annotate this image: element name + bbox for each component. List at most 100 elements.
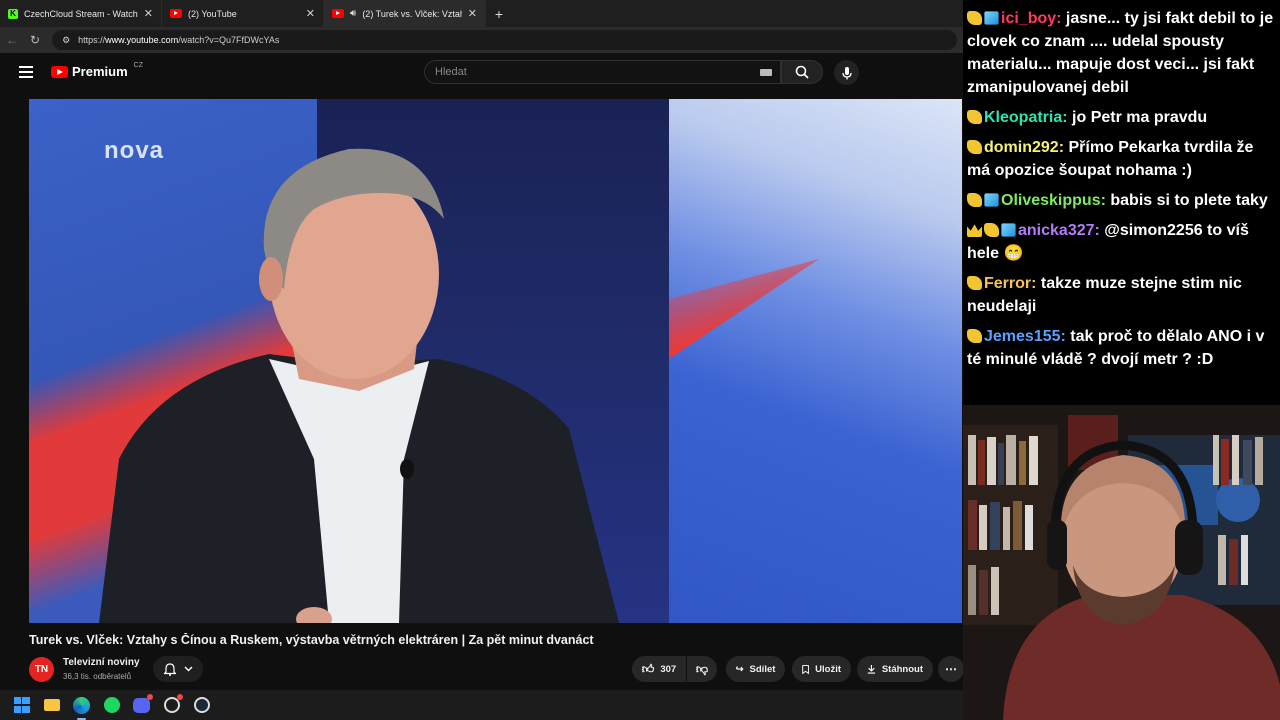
chat-message: Jemes155: tak proč to dělalo ANO i v té … [967,325,1276,371]
video-player[interactable]: nova [29,99,962,623]
spotify-icon[interactable] [102,696,121,715]
logo-region: CZ [133,62,143,69]
share-label: Sdílet [749,663,776,675]
chat-message: Ferror: takze muze stejne stim nic neude… [967,272,1276,318]
chat-text: babis si to plete taky [1110,192,1268,209]
search-input[interactable]: Hledat [424,60,781,84]
search-button[interactable] [781,60,823,84]
stream-chat: ici_boy: jasne... ty jsi fakt debil to j… [963,0,1280,405]
save-label: Uložit [815,663,841,675]
discord-icon[interactable] [132,693,153,715]
hand-badge-icon [967,276,982,290]
taskbar [0,690,963,720]
presenter-figure [99,148,619,623]
channel-name[interactable]: Televizní noviny [63,657,140,668]
tab-video[interactable]: 🔊︎ (2) Turek vs. Vlček: Vztahy s Č ✕ [324,0,486,27]
youtube-icon [170,9,182,18]
chat-username[interactable]: Kleopatria [984,109,1062,126]
address-bar: ← ↻ ⚙ https://www.youtube.com/watch?v=Qu… [0,27,963,53]
chat-separator: : [1031,275,1041,292]
more-actions-button[interactable]: ⋯ [938,656,964,682]
tab-czechcloud[interactable]: K CzechCloud Stream - Watch Live o ✕ [0,0,162,27]
save-button[interactable]: Uložit [792,656,851,682]
windows-start-icon[interactable] [12,696,31,715]
chat-separator: : [1058,139,1069,156]
tab-youtube[interactable]: (2) YouTube ✕ [162,0,324,27]
youtube-logo[interactable]: Premium CZ [51,62,143,79]
chat-message: domin292: Přímo Pekarka tvrdila že má op… [967,136,1276,182]
cube-badge-icon [984,11,999,25]
thumbs-up-icon: 👍︎ [641,661,655,676]
new-tab-button[interactable]: + [486,0,512,27]
chat-text: jo Petr ma pravdu [1072,109,1208,126]
steam-icon[interactable] [192,696,211,715]
chevron-down-icon [184,666,192,672]
subscribed-bell-button[interactable] [153,656,203,682]
url-field[interactable]: ⚙ https://www.youtube.com/watch?v=Qu7FfD… [52,30,957,50]
chat-separator: : [1062,109,1073,126]
reload-icon[interactable]: ↻ [30,33,40,47]
tab-title: CzechCloud Stream - Watch Live o [24,8,138,19]
share-icon: ↪ [735,663,744,675]
tab-title: (2) YouTube [188,8,237,19]
thumbs-down-icon: 👎︎ [695,661,709,676]
chat-message: anicka327: @simon2256 to víš hele 😁 [967,219,1276,265]
close-icon[interactable]: ✕ [306,7,315,20]
chat-message: Oliveskippus: babis si to plete taky [967,189,1276,212]
close-icon[interactable]: ✕ [468,7,477,20]
keyboard-icon[interactable] [760,69,772,76]
chat-username[interactable]: domin292 [984,139,1059,156]
chat-username[interactable]: ici_boy [1001,10,1056,27]
back-icon[interactable]: ← [6,33,18,47]
edge-icon[interactable] [72,696,91,720]
webcam-feed [963,405,1280,720]
chat-message: ici_boy: jasne... ty jsi fakt debil to j… [967,7,1276,99]
download-label: Stáhnout [881,663,923,675]
youtube-icon [51,65,68,78]
chat-separator: : [1060,328,1071,345]
download-icon [867,664,876,674]
tab-bar: K CzechCloud Stream - Watch Live o ✕ (2)… [0,0,963,27]
chat-username[interactable]: anicka327 [1018,222,1095,239]
chat-message: Kleopatria: jo Petr ma pravdu [967,106,1276,129]
chat-username[interactable]: Jemes155 [984,328,1061,345]
chat-separator: : [1056,10,1066,27]
close-icon[interactable]: ✕ [144,7,153,20]
download-button[interactable]: Stáhnout [857,656,933,682]
search-icon [795,65,809,79]
menu-icon[interactable] [19,66,33,78]
hand-badge-icon [967,11,982,25]
hand-badge-icon [967,329,982,343]
tab-title: (2) Turek vs. Vlček: Vztahy s Č [362,8,461,19]
chat-separator: : [1094,222,1105,239]
screen: K CzechCloud Stream - Watch Live o ✕ (2)… [0,0,1280,720]
crown-badge-icon [967,224,982,237]
bell-icon [163,662,176,676]
bookmark-icon [802,664,809,674]
like-count: 307 [660,663,677,675]
file-explorer-icon[interactable] [42,696,61,715]
share-button[interactable]: ↪ Sdílet [726,656,785,682]
chat-username[interactable]: Ferror [984,275,1031,292]
voice-search-button[interactable] [834,60,859,85]
site-info-icon[interactable]: ⚙ [62,35,70,46]
dislike-button[interactable]: 👎︎ [687,656,717,682]
video-title: Turek vs. Vlček: Vztahy s Čínou a Ruskem… [29,633,594,647]
logo-text: Premium [72,64,128,79]
cube-badge-icon [984,193,999,207]
chat-username[interactable]: Oliveskippus [1001,192,1101,209]
subscriber-count: 36,3 tis. odběratelů [63,672,132,681]
cube-badge-icon [1001,223,1016,237]
hand-badge-icon [967,110,982,124]
speaker-icon[interactable]: 🔊︎ [350,8,356,19]
kick-icon: K [8,8,18,19]
like-button[interactable]: 👍︎ 307 [632,656,686,682]
url-text: https://www.youtube.com/watch?v=Qu7FfDWc… [78,35,280,45]
app-icon[interactable] [162,693,183,715]
hand-badge-icon [967,193,982,207]
channel-avatar[interactable]: TN [29,657,54,682]
browser-window: K CzechCloud Stream - Watch Live o ✕ (2)… [0,0,964,690]
hand-badge-icon [984,223,999,237]
microphone-icon [841,66,852,79]
hand-badge-icon [967,140,982,154]
